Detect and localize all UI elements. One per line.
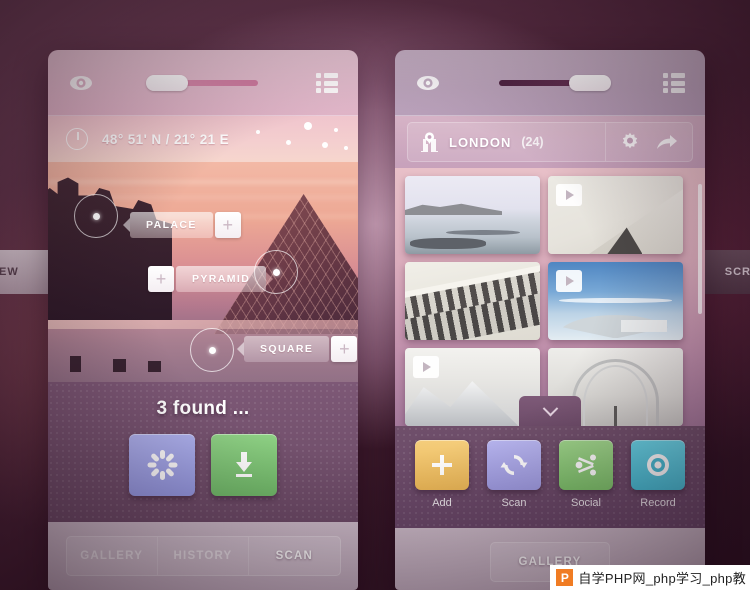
- chevron-down-icon: [542, 400, 558, 416]
- rocks-shape: [445, 229, 520, 236]
- location-name: LONDON: [449, 134, 512, 150]
- target-reticle-palace[interactable]: [74, 194, 118, 238]
- cliff-shape: [405, 203, 503, 215]
- action-scan[interactable]: Scan: [487, 440, 541, 509]
- loading-button[interactable]: [129, 434, 195, 496]
- tag-square-add-button[interactable]: +: [331, 336, 358, 362]
- action-record[interactable]: Record: [631, 440, 685, 509]
- gallery-panel: LONDON (24) Add Scan Social Record GALLE…: [395, 50, 705, 590]
- tab-scan[interactable]: SCAN: [249, 537, 339, 575]
- zoom-slider[interactable]: [493, 72, 611, 94]
- social-button[interactable]: [559, 440, 613, 490]
- left-panel-tabbar: GALLERY HISTORY SCAN: [48, 522, 358, 590]
- watermark-text: 自学PHP网_php学习_php教: [578, 571, 746, 586]
- mountain-shape: [405, 381, 519, 426]
- target-reticle-square[interactable]: [190, 328, 234, 372]
- play-icon[interactable]: [413, 356, 439, 378]
- expand-grid-button[interactable]: [519, 396, 581, 426]
- download-button[interactable]: [211, 434, 277, 496]
- share-node-icon: [575, 454, 596, 476]
- location-selector[interactable]: LONDON (24): [408, 132, 605, 152]
- silhouette: [70, 356, 81, 372]
- arch-post: [614, 405, 618, 426]
- location-actions: [605, 123, 692, 161]
- camera-viewport[interactable]: PALACE + + PYRAMID SQUARE +: [48, 162, 358, 382]
- share-arrow-icon[interactable]: [656, 133, 678, 151]
- add-button[interactable]: [415, 440, 469, 490]
- right-panel-header: [395, 50, 705, 116]
- bubble-decoration: [228, 116, 348, 162]
- map-pin-icon: [421, 132, 438, 152]
- grid-scrollbar[interactable]: [698, 184, 702, 314]
- action-add[interactable]: Add: [415, 440, 469, 509]
- play-icon[interactable]: [556, 184, 582, 206]
- result-buttons: [48, 434, 358, 496]
- peek-card-left[interactable]: EW: [0, 250, 61, 294]
- play-icon[interactable]: [556, 270, 582, 292]
- tag-palace-label: PALACE: [130, 212, 213, 238]
- scan-status-text: 3 found ...: [156, 398, 250, 419]
- location-bar: LONDON (24): [395, 116, 705, 168]
- record-icon: [647, 454, 669, 476]
- building-shape: [620, 319, 667, 333]
- scan-button[interactable]: [487, 440, 541, 490]
- eye-icon[interactable]: [415, 70, 441, 96]
- thumbnail-list: [405, 176, 683, 426]
- list-view-icon[interactable]: [663, 73, 685, 93]
- tag-square[interactable]: SQUARE +: [244, 336, 358, 362]
- thumb-curved-pavilion[interactable]: [548, 262, 683, 340]
- gear-icon[interactable]: [620, 132, 640, 152]
- action-scan-label: Scan: [501, 497, 527, 509]
- silhouette: [148, 361, 161, 372]
- plus-icon: [432, 455, 452, 475]
- sky-streak: [48, 180, 358, 184]
- watermark: P 自学PHP网_php学习_php教: [550, 565, 750, 590]
- thumbnail-grid: [395, 168, 705, 426]
- slider-knob[interactable]: [146, 75, 188, 91]
- clock-icon: [66, 128, 88, 150]
- thumb-white-roof[interactable]: [548, 176, 683, 254]
- location-count: (24): [521, 135, 544, 149]
- rocks-shape: [410, 238, 486, 250]
- action-social[interactable]: Social: [559, 440, 613, 509]
- thumb-coastline[interactable]: [405, 176, 540, 254]
- scan-results: 3 found ...: [48, 382, 358, 522]
- tag-square-label: SQUARE: [244, 336, 330, 362]
- palace-building: [48, 177, 172, 320]
- coordinates-text: 48° 51' N / 21° 21 E: [102, 131, 230, 147]
- tab-gallery[interactable]: GALLERY: [67, 537, 158, 575]
- tag-pyramid-add-button[interactable]: +: [148, 266, 174, 292]
- left-panel-header: [48, 50, 358, 116]
- silhouette: [113, 359, 126, 372]
- eye-icon[interactable]: [68, 70, 94, 96]
- coordinate-bar: 48° 51' N / 21° 21 E: [48, 116, 358, 162]
- refresh-icon: [500, 455, 528, 475]
- action-record-label: Record: [640, 497, 676, 509]
- left-tabs: GALLERY HISTORY SCAN: [65, 536, 341, 576]
- cloud-shape: [558, 297, 673, 303]
- action-social-label: Social: [571, 497, 601, 509]
- tag-palace[interactable]: PALACE +: [130, 212, 241, 238]
- peek-card-left-label: EW: [0, 266, 19, 278]
- scan-panel: 48° 51' N / 21° 21 E PALACE + + PYRAMID …: [48, 50, 358, 590]
- watermark-logo: P: [556, 569, 574, 586]
- action-bar: Add Scan Social Record: [395, 426, 705, 528]
- peek-card-right-label: SCR: [724, 266, 750, 278]
- tag-palace-add-button[interactable]: +: [214, 212, 241, 238]
- tag-pyramid-label: PYRAMID: [176, 266, 267, 292]
- slider-knob[interactable]: [569, 75, 611, 91]
- action-add-label: Add: [432, 497, 452, 509]
- tab-history[interactable]: HISTORY: [158, 537, 250, 575]
- spinner-icon: [147, 450, 177, 480]
- tag-pyramid[interactable]: + PYRAMID: [148, 266, 267, 292]
- record-button[interactable]: [631, 440, 685, 490]
- action-buttons: Add Scan Social Record: [395, 426, 705, 509]
- download-icon: [236, 452, 252, 477]
- thumb-building-facade[interactable]: [405, 262, 540, 340]
- zoom-slider[interactable]: [146, 72, 264, 94]
- list-view-icon[interactable]: [316, 73, 338, 93]
- location-box: LONDON (24): [407, 122, 693, 162]
